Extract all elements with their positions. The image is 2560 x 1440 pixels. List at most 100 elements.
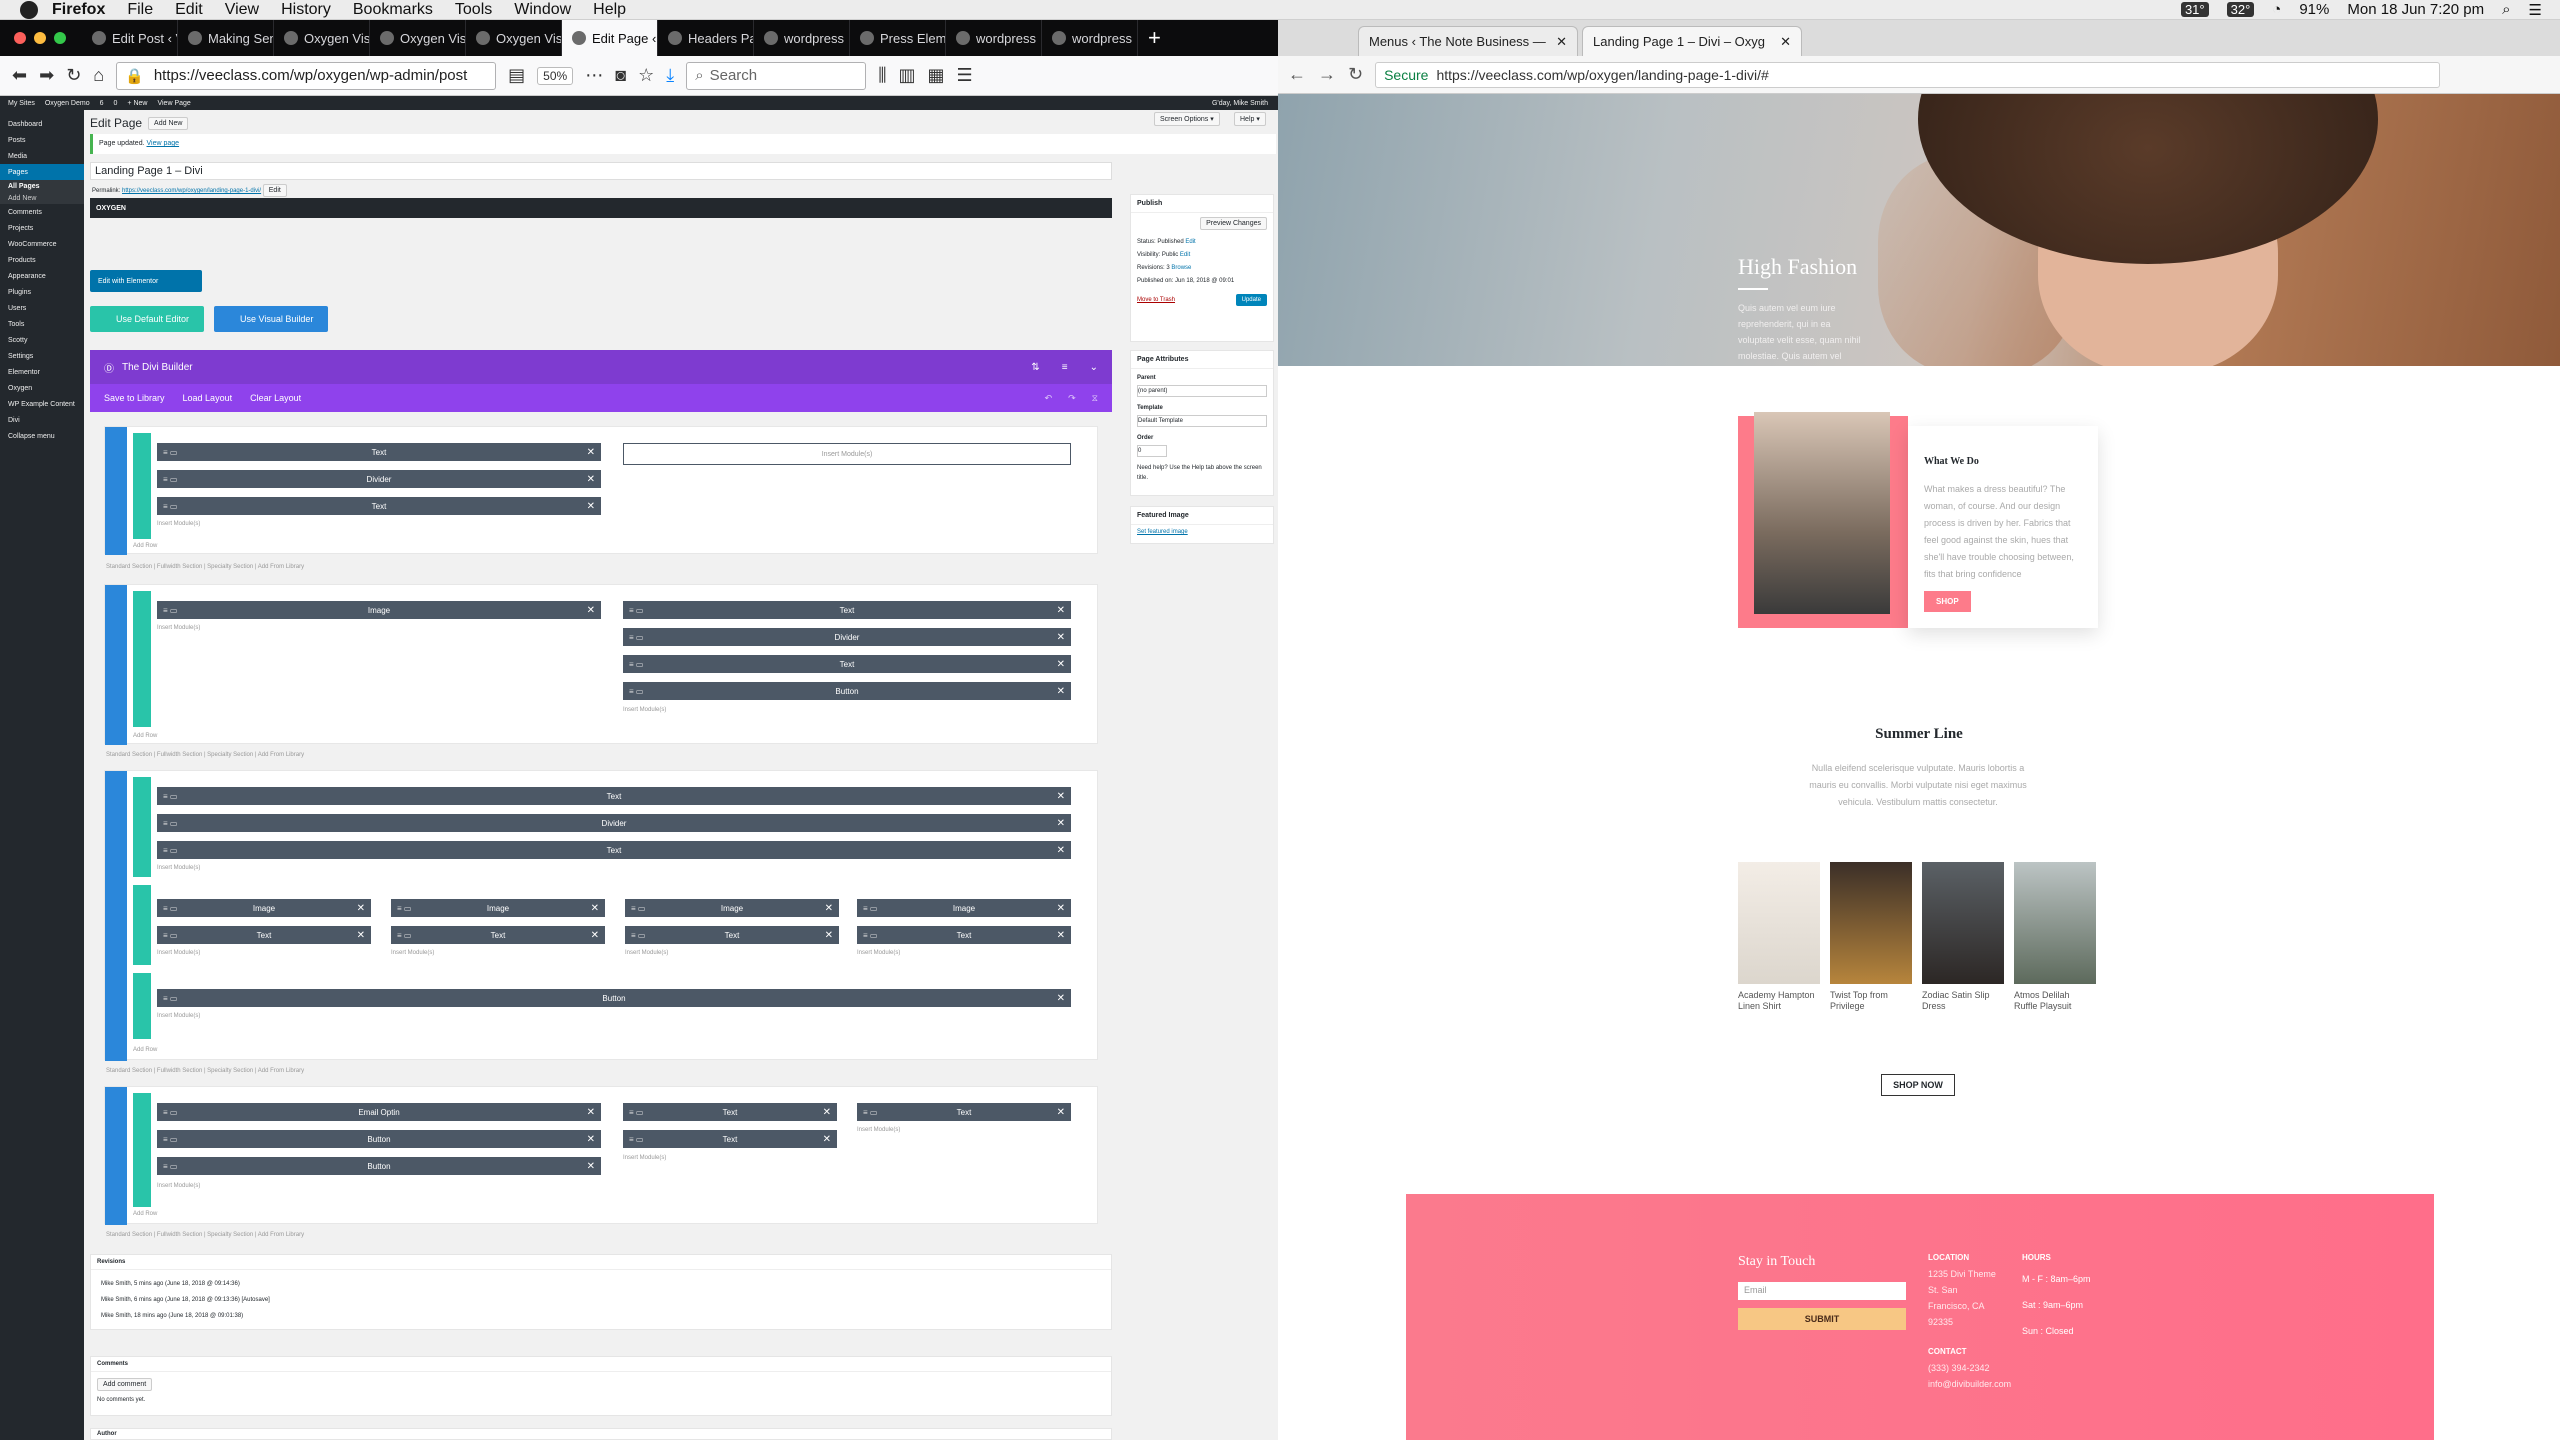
submenu-all-pages[interactable]: All Pages [0, 180, 84, 192]
extensions-icon[interactable]: ▦ [927, 65, 944, 86]
menu-elementor[interactable]: Elementor [0, 364, 84, 380]
insert-module-button[interactable]: Insert Module(s) [625, 950, 668, 956]
reload-icon[interactable]: ↻ [1348, 64, 1363, 85]
search-input[interactable]: ⌕ Search [686, 61, 867, 90]
row-handle[interactable] [133, 433, 151, 539]
template-select[interactable]: Default Template [1137, 415, 1267, 427]
post-title-input[interactable]: Landing Page 1 – Divi [90, 162, 1112, 180]
ff-tab[interactable]: Press Elem [850, 20, 946, 56]
insert-module-button[interactable]: Insert Module(s) [857, 950, 900, 956]
more-icon[interactable]: ⋯ [585, 65, 603, 86]
list-icon[interactable]: ☰ [2529, 1, 2542, 19]
home-icon[interactable]: ⌂ [93, 65, 104, 86]
ff-tab[interactable]: Oxygen Visual [370, 20, 466, 56]
temp-badge-2[interactable]: 32° [2226, 2, 2255, 17]
permalink-edit-button[interactable]: Edit [262, 184, 287, 197]
edit-elementor-button[interactable]: Edit with Elementor [90, 270, 202, 292]
adminbar-view-page[interactable]: View Page [157, 100, 190, 107]
close-tab-icon[interactable]: ✕ [1556, 34, 1567, 50]
module-image[interactable]: ≡ ▭ Image ✕ [157, 601, 601, 619]
menu-collapse[interactable]: Collapse menu [0, 428, 84, 444]
adminbar-site[interactable]: Oxygen Demo [45, 100, 90, 107]
clear-layout-button[interactable]: Clear Layout [250, 393, 301, 403]
insert-module-button[interactable]: Insert Module(s) [157, 521, 200, 527]
product-image[interactable] [2014, 862, 2096, 984]
ff-tab[interactable]: Oxygen Visual [466, 20, 562, 56]
module-divider[interactable]: ≡ ▭ Divider ✕ [623, 628, 1071, 646]
module-image[interactable]: ≡ ▭ Image ✕ [391, 899, 605, 917]
insert-module-button[interactable]: Insert Module(s) [157, 1013, 200, 1019]
add-comment-button[interactable]: Add comment [97, 1378, 153, 1391]
clock[interactable]: Mon 18 Jun 7:20 pm [2347, 1, 2484, 18]
product-image[interactable] [1922, 862, 2004, 984]
status-edit-link[interactable]: Edit [1185, 239, 1195, 245]
module-button[interactable]: ≡ ▭ Button ✕ [623, 682, 1071, 700]
ff-tab[interactable]: Making Sense [178, 20, 274, 56]
set-featured-link[interactable]: Set featured image [1131, 525, 1273, 539]
default-editor-button[interactable]: Use Default Editor [90, 306, 204, 332]
module-text[interactable]: ≡ ▭ Text ✕ [157, 787, 1071, 805]
add-row-button[interactable]: Add Row [133, 1211, 157, 1217]
menu-media[interactable]: Media [0, 148, 84, 164]
section-footer[interactable]: Standard Section | Fullwidth Section | S… [106, 1068, 304, 1074]
browse-link[interactable]: Browse [1171, 265, 1191, 271]
divi-section[interactable]: ≡ ▭ Image ✕ Insert Module(s) ≡ ▭ Text ✕ ≡ ▭ D… [104, 584, 1098, 745]
product-label[interactable]: Zodiac Satin Slip Dress [1922, 990, 2002, 1012]
insert-module-button[interactable]: Insert Module(s) [623, 443, 1071, 465]
product-image[interactable] [1738, 862, 1820, 984]
reload-icon[interactable]: ↻ [66, 65, 81, 86]
module-text[interactable]: ≡ ▭ Text ✕ [857, 926, 1071, 944]
section-handle[interactable] [105, 1087, 127, 1225]
temp-badge-1[interactable]: 31° [2180, 2, 2209, 17]
insert-module-button[interactable]: Insert Module(s) [157, 625, 200, 631]
menu-plugins[interactable]: Plugins [0, 284, 84, 300]
menu-app[interactable]: Firefox [52, 1, 105, 19]
module-text[interactable]: ≡ ▭ Text ✕ [157, 443, 601, 461]
menu-tools[interactable]: Tools [455, 1, 492, 19]
divi-section[interactable]: ≡ ▭ Text ✕ ≡ ▭ Divider ✕ ≡ ▭ Text ✕ Insert Mod… [104, 770, 1098, 1061]
product-label[interactable]: Atmos Delilah Ruffle Playsuit [2014, 990, 2094, 1012]
back-icon[interactable]: ⬅ [12, 65, 27, 86]
product-image[interactable] [1830, 862, 1912, 984]
menu-file[interactable]: File [127, 1, 153, 19]
menu-comments[interactable]: Comments [0, 204, 84, 220]
module-button[interactable]: ≡ ▭ Button ✕ [157, 989, 1071, 1007]
insert-module-button[interactable]: Insert Module(s) [857, 1127, 900, 1133]
module-image[interactable]: ≡ ▭ Image ✕ [625, 899, 839, 917]
module-image[interactable]: ≡ ▭ Image ✕ [857, 899, 1071, 917]
section-footer[interactable]: Standard Section | Fullwidth Section | S… [106, 564, 304, 570]
library-icon[interactable]: ⫼ [878, 65, 886, 86]
menu-divi[interactable]: Divi [0, 412, 84, 428]
permalink-link[interactable]: https://veeclass.com/wp/oxygen/landing-p… [122, 188, 261, 194]
screen-options-button[interactable]: Screen Options ▾ [1154, 112, 1220, 126]
email-input[interactable]: Email [1738, 1282, 1906, 1300]
adminbar-my-sites[interactable]: My Sites [8, 100, 35, 107]
adminbar-user[interactable]: G'day, Mike Smith [1212, 100, 1278, 107]
module-text[interactable]: ≡ ▭ Text ✕ [623, 601, 1071, 619]
search-icon[interactable]: ⌕ [2502, 1, 2510, 18]
ff-tab[interactable]: Oxygen Visual [274, 20, 370, 56]
view-page-link[interactable]: View page [147, 140, 180, 147]
visual-builder-button[interactable]: Use Visual Builder [214, 306, 328, 332]
menu-view[interactable]: View [225, 1, 259, 19]
reader-icon[interactable]: ▤ [508, 65, 525, 86]
order-input[interactable]: 0 [1137, 445, 1167, 457]
forward-icon[interactable]: ➡ [39, 65, 54, 86]
menu-window[interactable]: Window [514, 1, 571, 19]
menu-posts[interactable]: Posts [0, 132, 84, 148]
minimize-icon[interactable] [34, 32, 46, 44]
section-footer[interactable]: Standard Section | Fullwidth Section | S… [106, 1232, 304, 1238]
module-button[interactable]: ≡ ▭ Button ✕ [157, 1157, 601, 1175]
module-text[interactable]: ≡ ▭ Text ✕ [157, 926, 371, 944]
insert-module-button[interactable]: Insert Module(s) [157, 1183, 200, 1189]
insert-module-button[interactable]: Insert Module(s) [157, 865, 200, 871]
menu-history[interactable]: History [281, 1, 331, 19]
module-text[interactable]: ≡ ▭ Text ✕ [625, 926, 839, 944]
ff-tab[interactable]: wordpress [946, 20, 1042, 56]
pocket-icon[interactable]: ◙ [615, 65, 626, 86]
chevron-down-icon[interactable]: ⌄ [1090, 362, 1098, 373]
section-handle[interactable] [105, 427, 127, 555]
section-handle[interactable] [105, 771, 127, 1061]
save-library-button[interactable]: Save to Library [104, 393, 165, 403]
sort-icon[interactable]: ⇅ [1031, 362, 1039, 373]
